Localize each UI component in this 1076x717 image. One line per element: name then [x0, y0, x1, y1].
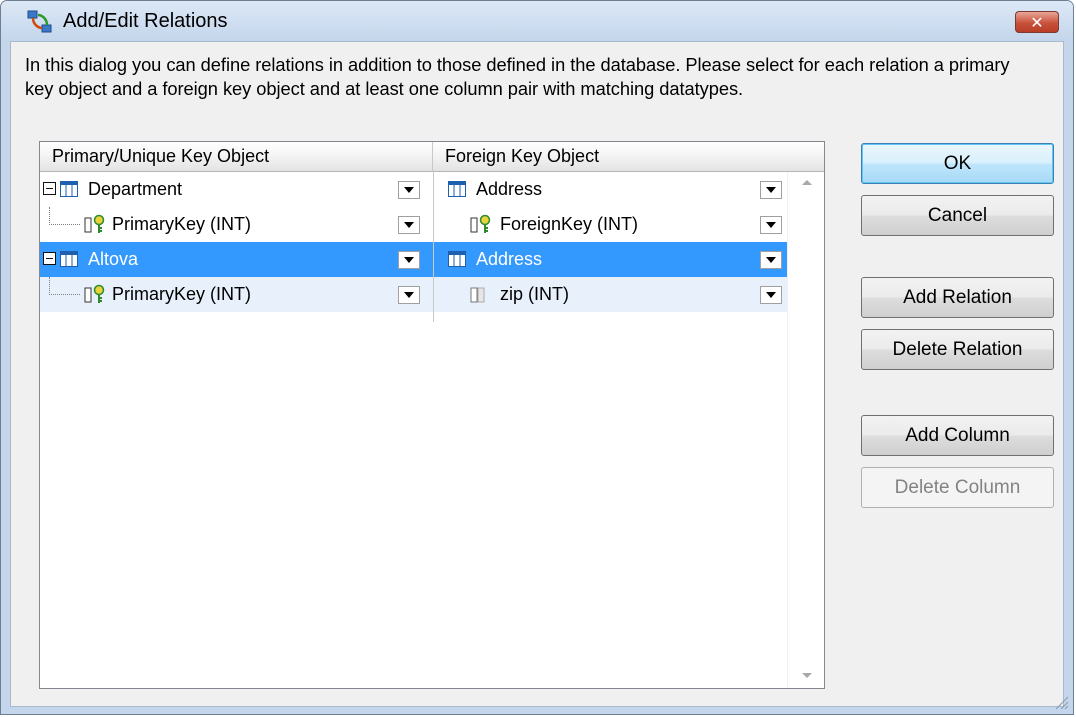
foreign-column-name: zip (INT)	[500, 284, 569, 304]
collapse-toggle[interactable]	[43, 252, 56, 265]
column-header-primary[interactable]: Primary/Unique Key Object	[40, 142, 433, 172]
dialog-description: In this dialog you can define relations …	[25, 54, 1010, 99]
resize-grip-icon[interactable]	[1053, 694, 1069, 710]
column-icon	[470, 287, 485, 303]
primary-column-dropdown[interactable]	[398, 216, 420, 234]
relation-row-selected[interactable]: Altova Address	[40, 242, 788, 277]
foreign-column-name: ForeignKey (INT)	[500, 214, 639, 234]
delete-relation-button[interactable]: Delete Relation	[861, 329, 1054, 370]
table-icon	[448, 251, 466, 267]
column-pair-row[interactable]: PrimaryKey (INT) zip (INT)	[40, 277, 788, 312]
ok-button[interactable]: OK	[861, 143, 1054, 184]
add-relation-button[interactable]: Add Relation	[861, 277, 1054, 318]
foreign-object-name: Address	[476, 179, 543, 199]
primary-object-dropdown[interactable]	[398, 181, 420, 199]
close-icon: ✕	[1030, 12, 1044, 32]
table-icon	[448, 181, 466, 197]
column-header-foreign[interactable]: Foreign Key Object	[433, 142, 824, 172]
relations-app-icon	[27, 10, 52, 33]
delete-column-button: Delete Column	[861, 467, 1054, 508]
window-title: Add/Edit Relations	[63, 10, 228, 32]
key-column-icon	[470, 214, 491, 233]
key-column-icon	[84, 284, 105, 303]
table-icon	[60, 181, 78, 197]
foreign-object-dropdown[interactable]	[760, 251, 782, 269]
tree-connector	[49, 207, 80, 225]
relation-row[interactable]: Department Address	[40, 172, 788, 207]
cancel-button[interactable]: Cancel	[861, 195, 1054, 236]
title-bar[interactable]: Add/Edit Relations ✕	[1, 1, 1073, 41]
vertical-scrollbar[interactable]	[787, 172, 824, 688]
key-column-icon	[84, 214, 105, 233]
collapse-toggle[interactable]	[43, 182, 56, 195]
close-button[interactable]: ✕	[1015, 11, 1059, 33]
primary-column-name: PrimaryKey (INT)	[112, 284, 251, 304]
foreign-object-dropdown[interactable]	[760, 181, 782, 199]
add-column-button[interactable]: Add Column	[861, 415, 1054, 456]
foreign-column-dropdown[interactable]	[760, 286, 782, 304]
tree-connector	[49, 277, 80, 295]
primary-object-name: Altova	[88, 249, 139, 269]
table-icon	[60, 251, 78, 267]
dialog-window: Add/Edit Relations ✕ In this dialog you …	[0, 0, 1074, 715]
column-pair-row[interactable]: PrimaryKey (INT) ForeignKey (INT)	[40, 207, 788, 242]
primary-column-dropdown[interactable]	[398, 286, 420, 304]
primary-object-name: Department	[88, 179, 183, 199]
scroll-up-icon[interactable]	[802, 180, 812, 185]
relations-grid[interactable]: Primary/Unique Key Object Foreign Key Ob…	[39, 141, 825, 689]
column-separator	[433, 172, 434, 322]
primary-column-name: PrimaryKey (INT)	[112, 214, 251, 234]
primary-object-dropdown[interactable]	[398, 251, 420, 269]
scroll-down-icon[interactable]	[802, 673, 812, 678]
foreign-column-dropdown[interactable]	[760, 216, 782, 234]
foreign-object-name: Address	[476, 249, 543, 269]
